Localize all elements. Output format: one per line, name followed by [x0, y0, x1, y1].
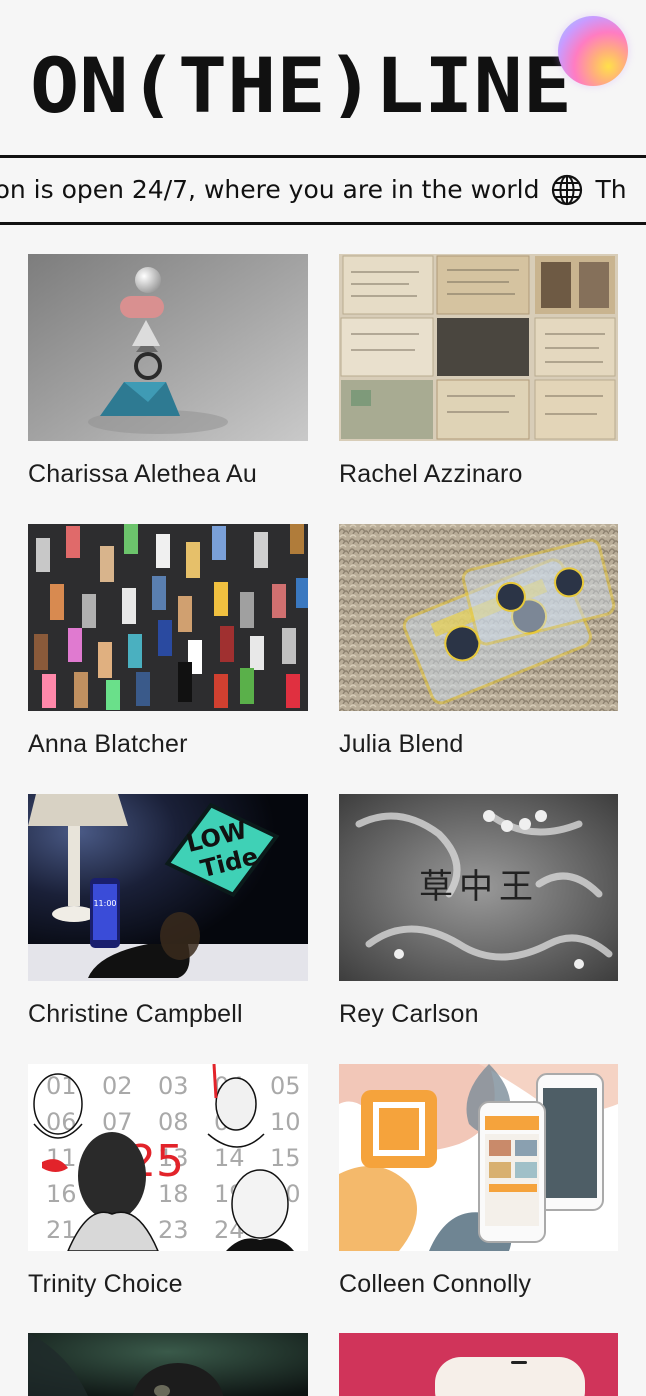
stone-carving-image: 草中王	[339, 794, 618, 981]
artist-name[interactable]: Colleen Connolly	[339, 1269, 618, 1299]
artist-card[interactable]	[339, 1333, 618, 1396]
calendar-number: 16	[46, 1180, 77, 1208]
site-logo[interactable]: ON(THE)LINE	[30, 52, 572, 118]
calendar-number: 08	[158, 1108, 189, 1136]
calendar-number: 06	[46, 1108, 77, 1136]
sculpture-image	[28, 254, 308, 441]
calendar-number: 10	[270, 1108, 301, 1136]
logo-text: ON(THE)LINE	[30, 52, 572, 118]
pink-device-image	[339, 1333, 618, 1396]
mobile-app-image	[339, 1064, 618, 1251]
artist-name[interactable]: Trinity Choice	[28, 1269, 308, 1299]
calendar-portraits-image: 0102030405060708091011121314151617181920…	[28, 1064, 308, 1251]
artist-card[interactable]: Charissa Alethea Au	[28, 254, 308, 489]
artwork-thumbnail[interactable]: 草中王	[339, 794, 618, 981]
calendar-number: 21	[46, 1216, 77, 1244]
artist-card[interactable]: Rachel Azzinaro	[339, 254, 618, 489]
artwork-thumbnail[interactable]	[339, 524, 618, 711]
calendar-number: 14	[214, 1144, 245, 1172]
calendar-number: 23	[158, 1216, 189, 1244]
calendar-number: 02	[102, 1072, 133, 1100]
artist-name[interactable]: Anna Blatcher	[28, 729, 308, 759]
calendar-number: 15	[270, 1144, 301, 1172]
announcement-ticker: bition is open 24/7, where you are in th…	[0, 155, 646, 225]
artist-card[interactable]: Julia Blend	[339, 524, 618, 759]
artist-card[interactable]	[28, 1333, 308, 1396]
stone-glyphs: 草中王	[419, 867, 539, 907]
artwork-thumbnail[interactable]	[339, 1333, 618, 1396]
globe-icon	[552, 174, 583, 206]
artist-card[interactable]: 草中王 Rey Carlson	[339, 794, 618, 1029]
artist-name[interactable]: Julia Blend	[339, 729, 618, 759]
artist-card[interactable]: Colleen Connolly	[339, 1064, 618, 1299]
artist-card[interactable]: Anna Blatcher	[28, 524, 308, 759]
artist-name[interactable]: Rachel Azzinaro	[339, 459, 618, 489]
dark-figure-image	[28, 1333, 308, 1396]
pixel-figures-image	[28, 524, 308, 711]
artist-name[interactable]: Christine Campbell	[28, 999, 308, 1029]
postcards-image	[339, 254, 618, 441]
artist-card[interactable]: 11:00 LOW Tide Christine Campbell	[28, 794, 308, 1029]
artist-card[interactable]: 0102030405060708091011121314151617181920…	[28, 1064, 308, 1299]
low-tide-image: 11:00 LOW Tide	[28, 794, 308, 981]
ticker-text: bition is open 24/7, where you are in th…	[0, 175, 540, 204]
phone-time: 11:00	[93, 899, 116, 908]
cassette-tapes-image	[339, 524, 618, 711]
artist-name[interactable]: Rey Carlson	[339, 999, 618, 1029]
calendar-number: 05	[270, 1072, 301, 1100]
artwork-thumbnail[interactable]	[28, 254, 308, 441]
artwork-thumbnail[interactable]	[28, 524, 308, 711]
calendar-number: 03	[158, 1072, 189, 1100]
artwork-thumbnail[interactable]: 11:00 LOW Tide	[28, 794, 308, 981]
calendar-number: 01	[46, 1072, 77, 1100]
artwork-thumbnail[interactable]	[339, 254, 618, 441]
calendar-number: 07	[102, 1108, 133, 1136]
site-header: ON(THE)LINE	[0, 0, 646, 155]
artwork-thumbnail[interactable]	[339, 1064, 618, 1251]
gradient-orb-icon[interactable]	[558, 16, 628, 86]
artwork-thumbnail[interactable]: 0102030405060708091011121314151617181920…	[28, 1064, 308, 1251]
artist-name[interactable]: Charissa Alethea Au	[28, 459, 308, 489]
artwork-thumbnail[interactable]	[28, 1333, 308, 1396]
ticker-text-continued: Th	[595, 175, 627, 204]
